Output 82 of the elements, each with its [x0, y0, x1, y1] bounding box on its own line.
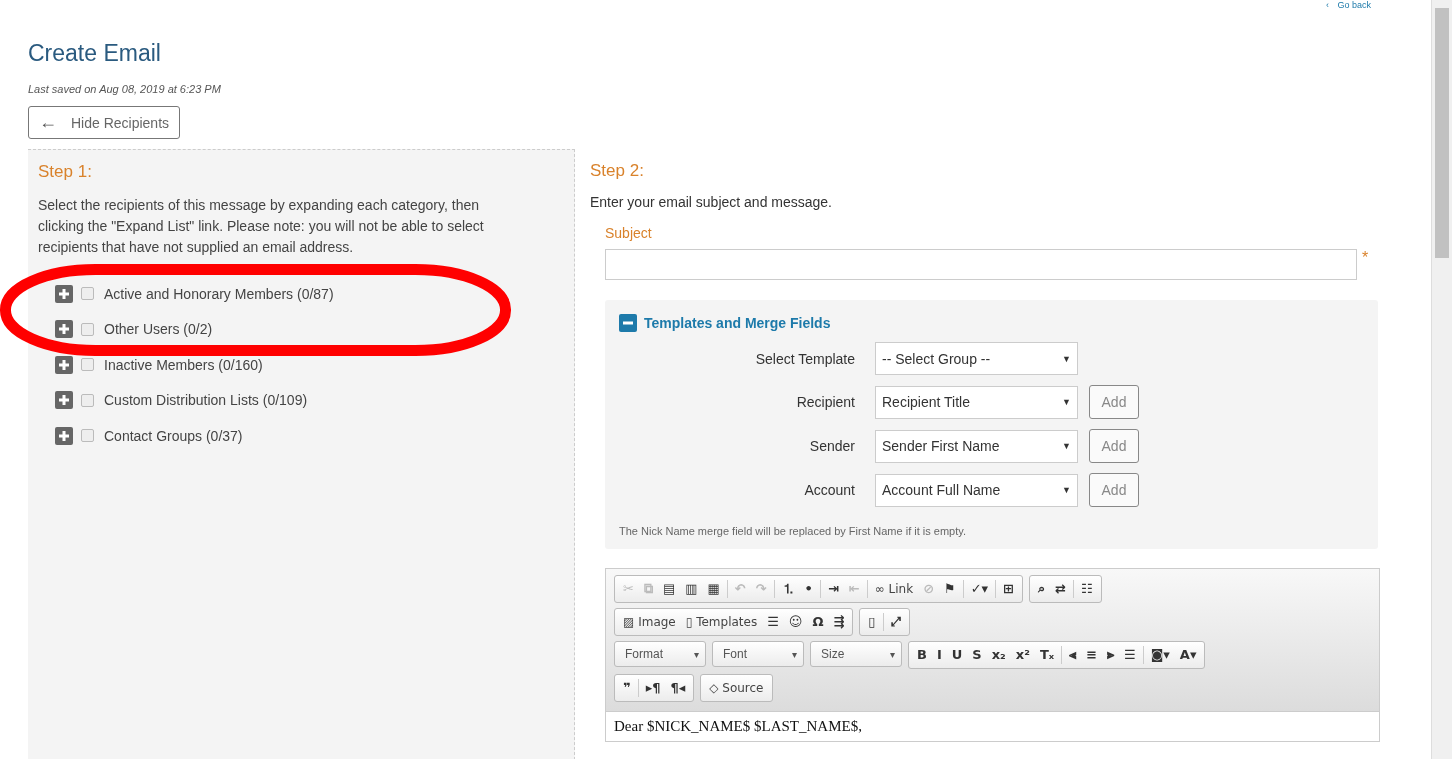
category-checkbox[interactable]: [81, 393, 94, 407]
field-label: Account: [803, 482, 856, 498]
toolbar-button[interactable]: ⚑: [939, 578, 961, 600]
dropdown[interactable]: Sender First Name ▼: [875, 429, 1078, 463]
panel-title[interactable]: Templates and Merge Fields: [644, 315, 831, 331]
category-label[interactable]: Other Users (0/2): [104, 321, 213, 338]
toolbar-button[interactable]: x²: [1010, 644, 1035, 666]
category-checkbox[interactable]: [81, 429, 94, 443]
field-label: Select Template: [754, 350, 856, 367]
toolbar-button[interactable]: S: [967, 644, 987, 666]
toolbar-button[interactable]: ▸¶: [640, 677, 666, 699]
toolbar-button[interactable]: ✓▾: [965, 578, 994, 600]
toolbar-button[interactable]: A▾: [1174, 644, 1202, 666]
toolbar-dropdown[interactable]: Font ▾: [712, 641, 804, 667]
toolbar-button[interactable]: ⊞: [998, 578, 1019, 600]
toolbar-button[interactable]: ≡: [1081, 644, 1103, 666]
toolbar-button[interactable]: ▯: [863, 611, 881, 633]
go-back-link[interactable]: ‹ Go back: [1325, 0, 1371, 10]
hide-recipients-button[interactable]: ← Hide Recipients: [28, 106, 181, 139]
step-heading: Step 2:: [590, 161, 645, 181]
toolbar-button[interactable]: ▯ Templates: [680, 611, 763, 633]
last-saved-text: Last saved on Aug 08, 2019 at 6:23 PM: [28, 83, 222, 95]
expand-icon[interactable]: [55, 426, 73, 445]
page-title: Create Email: [28, 40, 162, 67]
toolbar-button[interactable]: Tₓ: [1034, 644, 1060, 666]
subject-label: Subject: [605, 225, 653, 241]
expand-icon[interactable]: [55, 320, 73, 339]
toolbar-dropdown[interactable]: Format ▾: [614, 641, 706, 667]
note-text: The Nick Name merge field will be replaced by First Name if it is empty.: [619, 525, 967, 537]
collapse-icon[interactable]: [619, 314, 637, 332]
toolbar-button[interactable]: ⇄: [1050, 578, 1071, 600]
toolbar-button[interactable]: ▦: [702, 578, 725, 600]
toolbar-button[interactable]: ❞: [618, 677, 636, 699]
field-label: Sender: [808, 438, 856, 454]
toolbar-button[interactable]: ☰: [762, 611, 784, 633]
toolbar-dropdown[interactable]: Size ▾: [810, 641, 902, 667]
toolbar-button[interactable]: ▤: [657, 578, 681, 600]
toolbar-button[interactable]: •: [799, 578, 818, 600]
toolbar-button[interactable]: ¶◂: [665, 677, 691, 699]
toolbar-button[interactable]: ▥: [680, 578, 703, 600]
category-label[interactable]: Inactive Members (0/160): [104, 356, 263, 373]
subject-field[interactable]: [605, 249, 1357, 280]
toolbar-button[interactable]: ◇ Source: [704, 677, 769, 699]
expand-icon[interactable]: [55, 284, 73, 303]
category-label[interactable]: Active and Honorary Members (0/87): [104, 285, 334, 302]
category-label[interactable]: Custom Distribution Lists (0/109): [104, 392, 308, 409]
step-heading: Step 1:: [38, 162, 93, 182]
toolbar-button[interactable]: ⌕: [1033, 578, 1050, 600]
toolbar-button[interactable]: B: [912, 644, 932, 666]
toolbar-button[interactable]: Ω: [807, 611, 829, 633]
dropdown[interactable]: Recipient Title ▼: [875, 385, 1078, 419]
toolbar-button[interactable]: I: [931, 644, 947, 666]
add-button[interactable]: Add: [1089, 385, 1139, 419]
toolbar-button[interactable]: ⫸: [1102, 644, 1120, 666]
field-label: Recipient: [795, 394, 856, 410]
category-checkbox[interactable]: [81, 358, 94, 372]
toolbar-button[interactable]: x₂: [986, 644, 1011, 666]
instructions-text: Enter your email subject and message.: [590, 194, 833, 210]
toolbar-button[interactable]: ⇥: [822, 578, 844, 600]
add-button[interactable]: Add: [1089, 473, 1139, 507]
toolbar-button[interactable]: ◙▾: [1145, 644, 1175, 666]
toolbar-button[interactable]: ☰: [1119, 644, 1141, 666]
category-label[interactable]: Contact Groups (0/37): [104, 427, 243, 444]
toolbar-button[interactable]: ☷: [1075, 578, 1098, 600]
instructions-text: Select the recipients of this message by expanding each category, then clicking the "Expand List" link. Please note: you will not be able to select recipients that have not supplied an email address.: [38, 196, 485, 257]
category-checkbox[interactable]: [81, 322, 94, 336]
add-button[interactable]: Add: [1089, 429, 1139, 463]
category-checkbox[interactable]: [81, 287, 94, 301]
toolbar-button[interactable]: ▨ Image: [618, 611, 681, 633]
expand-icon[interactable]: [55, 391, 73, 410]
scrollbar[interactable]: [1431, 0, 1452, 759]
toolbar-button[interactable]: ∞ Link: [869, 578, 919, 600]
toolbar-button[interactable]: ⤢: [885, 611, 906, 633]
toolbar-button[interactable]: U: [946, 644, 968, 666]
dropdown[interactable]: -- Select Group -- ▼: [875, 342, 1078, 375]
toolbar-button[interactable]: ⫷: [1064, 644, 1082, 666]
toolbar-button[interactable]: ☺: [783, 611, 808, 633]
toolbar-button[interactable]: ⒈: [776, 578, 800, 600]
expand-icon[interactable]: [55, 355, 73, 374]
required-mark: *: [1362, 249, 1369, 267]
dropdown[interactable]: Account Full Name ▼: [875, 473, 1078, 507]
toolbar-button[interactable]: ⇶: [828, 611, 850, 633]
